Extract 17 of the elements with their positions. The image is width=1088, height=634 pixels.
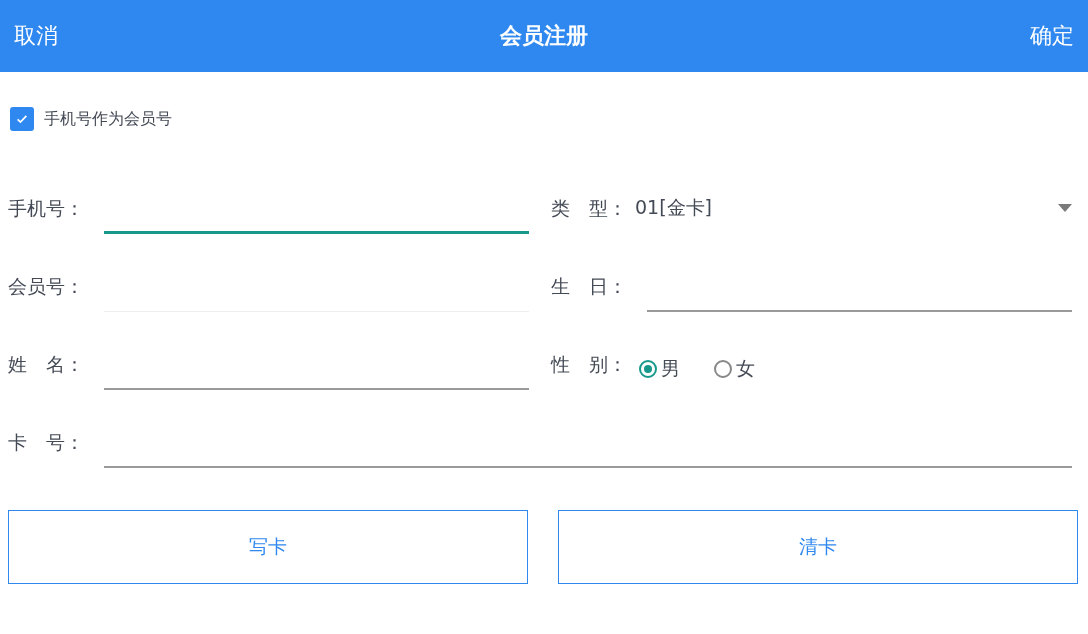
type-dropdown[interactable]: 01[金卡]	[635, 188, 1072, 234]
caret-icon	[1058, 204, 1072, 212]
action-button[interactable]: 清卡	[558, 510, 1078, 584]
field-label: 性 别：	[551, 352, 628, 377]
radio-option[interactable]: 女	[714, 356, 755, 382]
field-label: 姓 名：	[8, 352, 85, 377]
page-title: 会员注册	[500, 22, 588, 50]
confirm-button[interactable]: 确定	[1030, 21, 1074, 51]
field-label: 生 日：	[551, 274, 628, 299]
radio-option[interactable]: 男	[639, 356, 680, 382]
checkbox-label: 手机号作为会员号	[44, 108, 172, 130]
field-label: 卡 号：	[8, 430, 85, 455]
checkbox[interactable]	[10, 107, 34, 131]
field-label: 手机号：	[8, 196, 85, 221]
field-label: 会员号：	[8, 274, 85, 299]
action-button[interactable]: 写卡	[8, 510, 528, 584]
cancel-button[interactable]: 取消	[14, 21, 58, 51]
